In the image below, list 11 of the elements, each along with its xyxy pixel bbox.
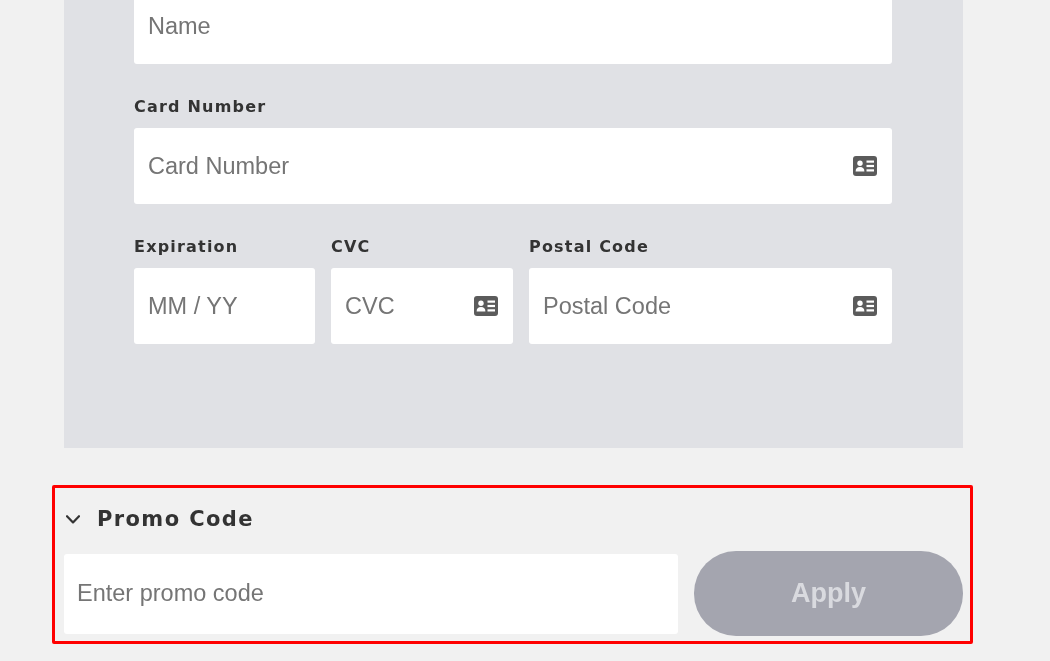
promo-code-field[interactable]: Enter promo code — [64, 553, 678, 634]
input-field[interactable]: Name — [134, 0, 892, 64]
input-field[interactable]: Postal Code — [529, 268, 892, 344]
input-field[interactable]: CVC — [331, 268, 513, 344]
field-label: CVC — [331, 237, 371, 257]
input-field[interactable]: Card Number — [134, 128, 892, 204]
promo-code-toggle[interactable]: Promo Code — [64, 504, 254, 534]
field-label: Card Number — [134, 97, 267, 117]
field-label: Postal Code — [529, 237, 649, 257]
field-label: Expiration — [134, 237, 239, 257]
input-field[interactable]: MM / YY — [134, 268, 315, 344]
